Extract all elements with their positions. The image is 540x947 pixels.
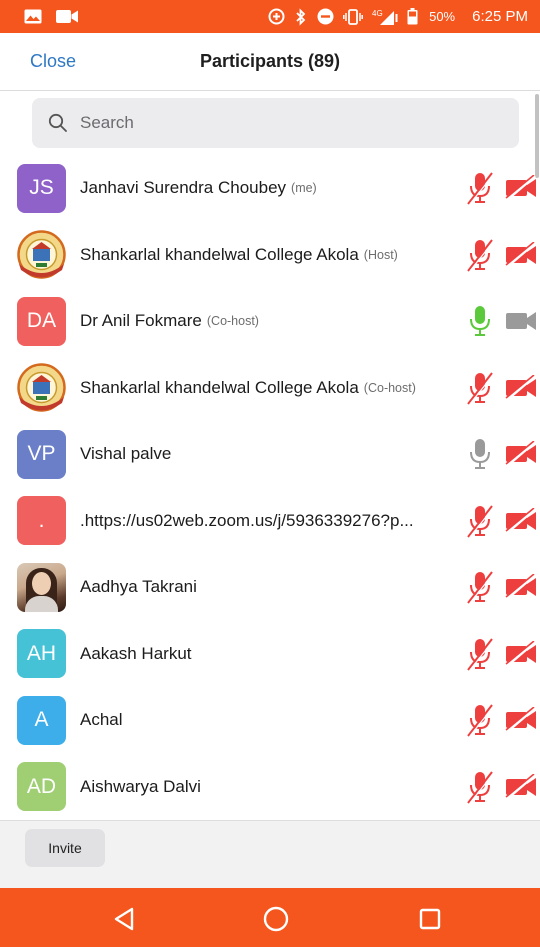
participant-name-group: Janhavi Surendra Choubey (me): [80, 155, 460, 222]
avatar: A: [17, 695, 66, 745]
mic-muted-icon[interactable]: [466, 637, 494, 671]
participant-row[interactable]: Shankarlal khandelwal College Akola (Host…: [0, 222, 540, 289]
participant-row[interactable]: VP Vishal palve: [0, 421, 540, 488]
mic-icon[interactable]: [466, 437, 494, 471]
mic-muted-icon[interactable]: [466, 770, 494, 804]
college-logo-avatar: [17, 363, 66, 413]
recents-icon[interactable]: [417, 906, 443, 932]
avatar: AD: [17, 762, 66, 812]
participant-role: (me): [291, 181, 317, 196]
bluetooth-icon: [294, 7, 308, 26]
video-off-icon[interactable]: [505, 773, 537, 800]
mic-active-icon[interactable]: [466, 304, 494, 338]
vibrate-icon: [343, 8, 364, 25]
mic-muted-icon[interactable]: [466, 504, 494, 538]
participant-name-group: Shankarlal khandelwal College Akola (Host…: [80, 222, 460, 289]
participant-role: (Host): [363, 247, 398, 262]
participants-header: Close Participants (89): [0, 33, 540, 91]
participant-name: Dr Anil Fokmare: [80, 311, 202, 331]
mic-muted-icon[interactable]: [466, 371, 494, 405]
video-off-icon[interactable]: [505, 507, 537, 534]
mic-muted-icon[interactable]: [466, 570, 494, 604]
do-not-disturb-icon: [317, 8, 334, 25]
battery-percentage: 50%: [429, 9, 456, 24]
participant-name: Aishwarya Dalvi: [80, 776, 201, 796]
video-off-icon[interactable]: [505, 241, 537, 268]
participant-row[interactable]: Shankarlal khandelwal College Akola (Co-h…: [0, 355, 540, 422]
video-off-icon[interactable]: [505, 374, 537, 401]
close-button[interactable]: Close: [30, 51, 76, 72]
video-off-icon[interactable]: [505, 707, 537, 734]
video-off-icon[interactable]: [505, 441, 537, 468]
participant-name-group: Aadhya Takrani: [80, 554, 460, 621]
participant-name: .https://us02web.zoom.us/j/5936339276?p.…: [80, 510, 414, 530]
battery-icon: [407, 8, 418, 25]
video-camera-icon: [56, 10, 78, 23]
participant-name-group: Shankarlal khandelwal College Akola (Co-h…: [80, 355, 460, 422]
college-logo-avatar: [17, 230, 66, 280]
video-off-icon[interactable]: [505, 574, 537, 601]
avatar: DA: [17, 296, 66, 346]
participant-name: Shankarlal khandelwal College Akola: [80, 377, 359, 397]
status-time: 6:25 PM: [472, 8, 528, 25]
mic-muted-icon[interactable]: [466, 238, 494, 272]
signal-icon: 4G: [372, 9, 398, 25]
status-bar: 4G 50% 6:25 PM: [0, 0, 540, 33]
search-input[interactable]: [80, 113, 480, 133]
avatar: .: [17, 496, 66, 546]
participant-name: Vishal palve: [80, 444, 172, 464]
participant-row[interactable]: AD Aishwarya Dalvi: [0, 754, 540, 821]
participant-name-group: Aishwarya Dalvi: [80, 754, 460, 821]
avatar: VP: [17, 429, 66, 479]
participant-role: (Co-host): [206, 314, 259, 329]
photo-avatar: [17, 562, 66, 612]
back-icon[interactable]: [111, 906, 137, 932]
video-off-icon[interactable]: [505, 640, 537, 667]
page-title: Participants (89): [199, 51, 341, 71]
participant-row[interactable]: . .https://us02web.zoom.us/j/5936339276?p…: [0, 488, 540, 555]
home-icon[interactable]: [263, 906, 289, 932]
participant-row[interactable]: A Achal: [0, 687, 540, 754]
participant-row[interactable]: DA Dr Anil Fokmare (Co-host): [0, 288, 540, 355]
participant-name-group: Aakash Harkut: [80, 621, 460, 688]
participant-name-group: Dr Anil Fokmare (Co-host): [80, 288, 460, 355]
video-off-icon[interactable]: [505, 175, 537, 202]
network-type-label: 4G: [372, 9, 383, 18]
gallery-icon: [24, 9, 42, 24]
participant-name: Janhavi Surendra Choubey: [80, 178, 287, 198]
participant-row[interactable]: JS Janhavi Surendra Choubey (me): [0, 155, 540, 222]
search-bar[interactable]: [32, 98, 519, 148]
participant-row[interactable]: AH Aakash Harkut: [0, 621, 540, 688]
mic-muted-icon[interactable]: [466, 703, 494, 737]
participant-name: Aakash Harkut: [80, 643, 192, 663]
mic-muted-icon[interactable]: [466, 171, 494, 205]
avatar: AH: [17, 629, 66, 679]
participant-name-group: Achal: [80, 687, 460, 754]
search-icon: [48, 113, 67, 132]
participant-row[interactable]: Aadhya Takrani: [0, 554, 540, 621]
status-left-icons: [24, 9, 78, 24]
status-right-icons: 4G 50% 6:25 PM: [268, 7, 528, 26]
navigation-bar: [0, 888, 540, 947]
participant-name: Shankarlal khandelwal College Akola: [80, 244, 359, 264]
video-on-icon[interactable]: [505, 308, 537, 334]
participant-name-group: Vishal palve: [80, 421, 460, 488]
data-saver-icon: [268, 8, 285, 25]
participants-footer: Invite: [0, 820, 540, 888]
participant-role: (Co-host): [363, 380, 416, 395]
participant-name-group: .https://us02web.zoom.us/j/5936339276?p.…: [80, 488, 460, 555]
participant-name: Aadhya Takrani: [80, 577, 197, 597]
participant-name: Achal: [80, 710, 123, 730]
invite-button[interactable]: Invite: [25, 829, 105, 867]
participant-list: JS Janhavi Surendra Choubey (me) Shankarlal…: [0, 155, 540, 820]
avatar: JS: [17, 163, 66, 213]
